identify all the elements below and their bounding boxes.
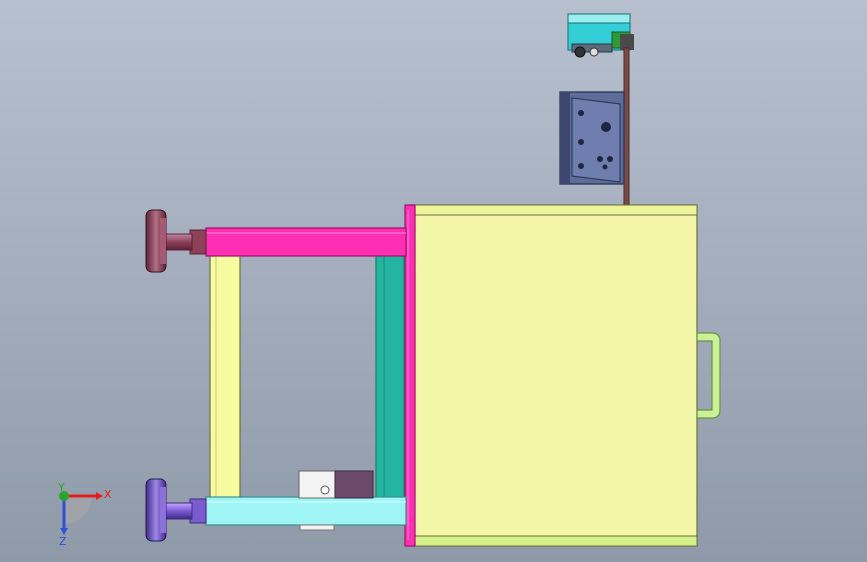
panel-hole-icon	[602, 164, 608, 170]
sensor-bolt-icon	[589, 47, 599, 57]
triad-z-label: Z	[59, 535, 67, 548]
panel-edge-strip	[560, 92, 570, 184]
frame-top-rail	[205, 227, 407, 257]
frame-right-post	[375, 254, 405, 500]
cad-viewport[interactable]: X Y Z	[0, 0, 867, 562]
mounting-panel[interactable]	[559, 91, 625, 185]
foot-top-pad	[160, 218, 166, 264]
triad-x-label: X	[104, 488, 112, 501]
panel-hole-icon	[578, 139, 584, 145]
box-front-face	[412, 204, 698, 547]
sensor-cap	[567, 13, 631, 24]
panel-hole-icon	[597, 156, 603, 162]
foot-bottom-stem	[163, 502, 193, 520]
panel-hole-icon	[601, 122, 611, 132]
panel-hole-icon	[578, 163, 584, 169]
frame-bottom-rail	[205, 496, 407, 526]
panel-hole-icon	[578, 110, 584, 116]
sensor-block-purple	[334, 470, 374, 499]
sensor-block-white	[298, 470, 336, 499]
box-top-edge	[412, 204, 698, 216]
sensor-block-hole-icon	[320, 485, 330, 495]
foot-bottom-pad	[160, 487, 166, 533]
foot-top-stem	[163, 233, 193, 251]
sensor-fitting-icon	[574, 46, 586, 58]
frame-left-post	[209, 254, 241, 500]
sensor-block[interactable]	[298, 470, 374, 499]
model-canvas[interactable]: X Y Z	[0, 0, 867, 562]
box-body[interactable]	[404, 204, 698, 547]
bottom-rail-tab	[299, 524, 335, 531]
vertical-support-rod	[623, 47, 630, 209]
box-bottom-strip	[412, 535, 698, 547]
panel-hole-icon	[607, 156, 613, 162]
triad-y-label: Y	[57, 481, 65, 494]
